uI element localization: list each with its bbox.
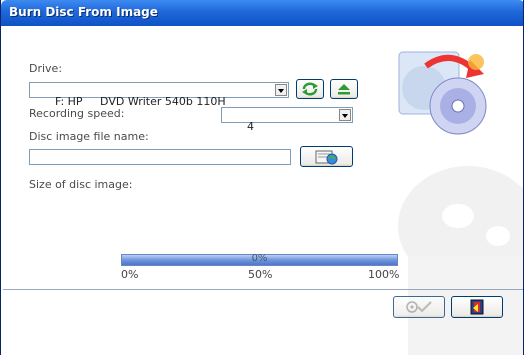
title-bar[interactable]: Burn Disc From Image — [1, 0, 523, 26]
refresh-button[interactable] — [296, 79, 324, 99]
progress-bar: 0% — [121, 253, 398, 266]
chevron-down-icon[interactable] — [275, 84, 287, 96]
film-reel-watermark-icon — [398, 166, 523, 355]
window-title: Burn Disc From Image — [9, 5, 158, 19]
exit-icon — [470, 299, 484, 315]
burn-button[interactable] — [393, 296, 445, 318]
recording-speed-select[interactable]: 4 — [221, 107, 353, 133]
disc-logo-icon — [398, 51, 487, 135]
progress-scale-end: 100% — [368, 268, 400, 281]
drive-label: Drive: — [29, 62, 63, 75]
progress-scale-start: 0% — [121, 268, 139, 281]
browse-folder-icon — [315, 150, 337, 164]
browse-button[interactable] — [300, 146, 353, 167]
burn-check-icon — [406, 301, 432, 313]
exit-button[interactable] — [451, 296, 503, 318]
recording-speed-label: Recording speed: — [29, 107, 125, 120]
recording-speed-value: 4 — [246, 120, 254, 133]
burn-disc-dialog: Burn Disc From Image Drive: F: HP DVD Wr… — [0, 0, 524, 355]
drive-select[interactable]: F: HP DVD Writer 540b 110H — [29, 82, 289, 108]
dialog-content: Drive: F: HP DVD Writer 540b 110H Record… — [3, 26, 523, 355]
chevron-down-icon[interactable] — [339, 109, 351, 121]
disc-image-size-label: Size of disc image: — [29, 178, 133, 191]
refresh-icon — [302, 82, 318, 96]
disc-image-file-input[interactable] — [29, 149, 291, 165]
eject-button[interactable] — [330, 79, 358, 99]
footer-divider — [3, 289, 523, 290]
progress-percent: 0% — [251, 253, 268, 264]
eject-icon — [338, 84, 350, 95]
progress-scale-mid: 50% — [248, 268, 273, 281]
disc-image-file-label: Disc image file name: — [29, 130, 149, 143]
